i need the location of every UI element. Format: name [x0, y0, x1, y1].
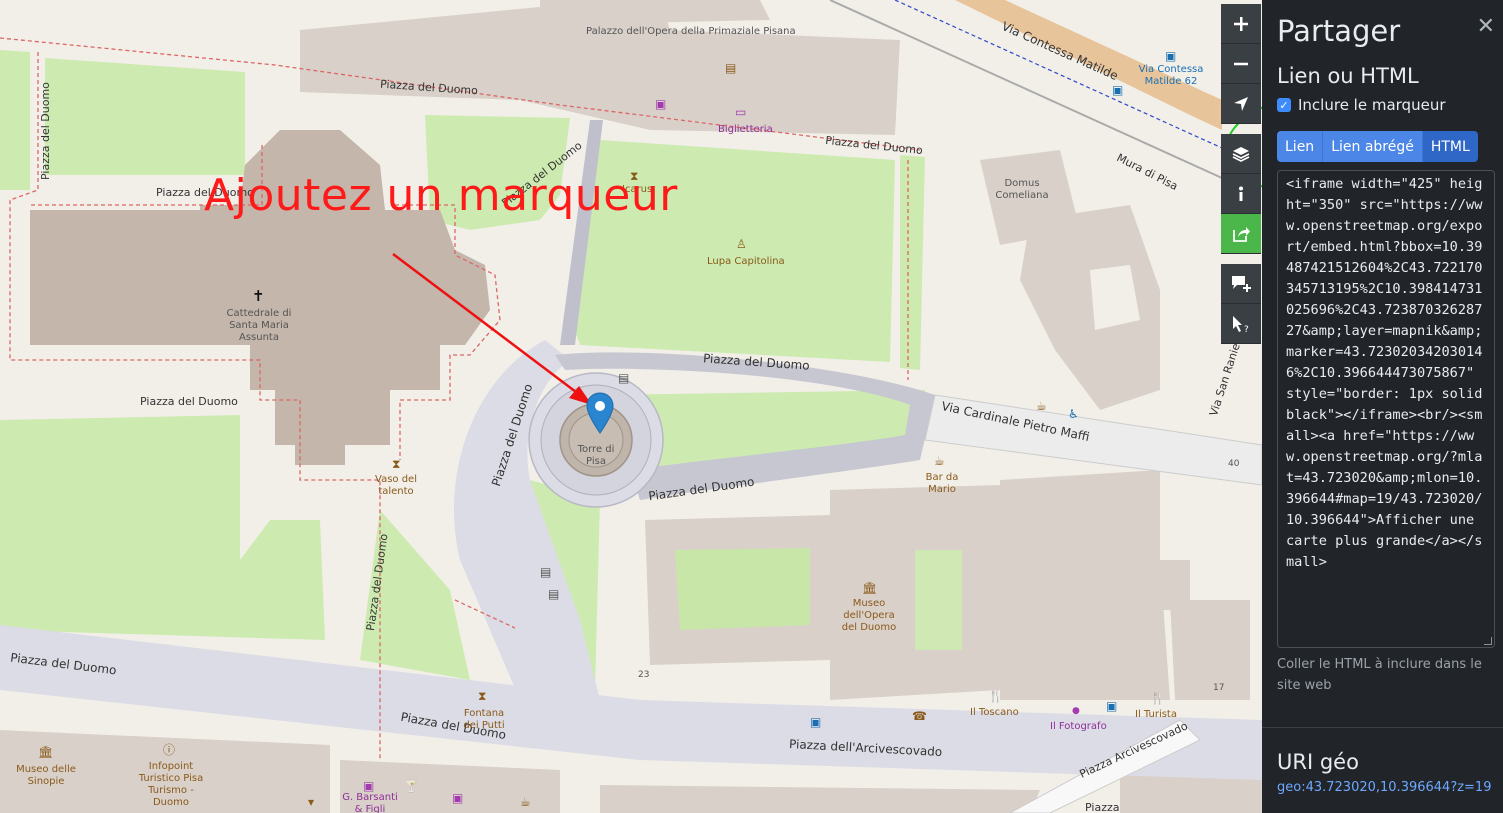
tab-html[interactable]: HTML — [1422, 131, 1478, 162]
domus-label: Domus Comeliana — [995, 178, 1049, 201]
tab-lien-abrege[interactable]: Lien abrégé — [1323, 131, 1423, 162]
bar-label: Bar da Mario — [925, 472, 959, 495]
car-icon: ▣ — [810, 715, 822, 729]
add-note-button[interactable] — [1221, 264, 1261, 304]
share-button[interactable] — [1221, 214, 1261, 254]
query-features-button[interactable]: ? — [1221, 304, 1261, 344]
share-sidebar: Partager ✕ Lien ou HTML ✓ Inclure le mar… — [1262, 0, 1503, 813]
cafe-icon-3: ☕ — [520, 795, 531, 809]
layers-button[interactable] — [1221, 134, 1261, 174]
barsanti-label: G. Barsanti & Figli — [342, 792, 398, 813]
section-divider — [1262, 727, 1503, 728]
phone-icon: ☎ — [912, 709, 927, 723]
zoom-in-button[interactable] — [1221, 4, 1261, 44]
statue-icon: ♙ — [736, 237, 747, 251]
gift-icon: ▣ — [655, 97, 667, 111]
restaurant-icon: 🍴 — [988, 689, 1003, 703]
bus-stop-label: Via Contessa Matilde 62 — [1138, 64, 1204, 87]
resize-handle-icon[interactable] — [1484, 637, 1492, 645]
location-marker-icon[interactable] — [586, 392, 614, 434]
gift-icon-3: ▣ — [452, 791, 464, 805]
map-canvas[interactable]: Palazzo dell'Opera della Primaziale Pisa… — [0, 0, 1262, 813]
fontana-label: Fontana dei Putti — [463, 708, 505, 731]
house-number-40: 40 — [1228, 459, 1240, 469]
tab-lien[interactable]: Lien — [1277, 131, 1324, 162]
restaurant-icon-2: 🍴 — [1150, 691, 1165, 705]
house-number-17: 17 — [1213, 683, 1225, 693]
html-code-textarea[interactable]: <iframe width="425" height="350" src="ht… — [1277, 170, 1495, 648]
museum-icon: 🏛 — [862, 581, 878, 595]
include-marker-label[interactable]: Inclure le marqueur — [1298, 96, 1446, 114]
bicycle-parking-icon: ♿ — [1068, 407, 1079, 421]
vaso-label: Vaso del talento — [375, 474, 417, 497]
close-icon[interactable]: ✕ — [1477, 16, 1495, 38]
layers-icon — [1232, 146, 1250, 162]
include-marker-checkbox-row[interactable]: ✓ Inclure le marqueur — [1277, 96, 1488, 114]
add-note-icon — [1232, 275, 1251, 292]
sidebar-title: Partager — [1277, 14, 1401, 48]
icecream-icon: ▾ — [308, 795, 315, 809]
info-button[interactable] — [1221, 174, 1261, 214]
cafe-icon-2: ☕ — [934, 454, 945, 468]
information-icon: ⓘ — [163, 743, 176, 757]
cattedrale-label: Cattedrale di Santa Maria Assunta — [226, 308, 292, 343]
gift-icon-2: ▣ — [363, 779, 375, 793]
geo-uri-link[interactable]: geo:43.723020,10.396644?z=19 — [1277, 780, 1491, 795]
query-cursor-icon: ? — [1233, 315, 1249, 333]
church-cross-icon: ✝ — [252, 287, 265, 305]
location-arrow-icon — [1234, 96, 1248, 111]
infopoint-label: Infopoint Turistico Pisa Turismo - Duomo — [138, 761, 204, 808]
shop-icon: ● — [1072, 706, 1080, 716]
bus-icon: ▣ — [1106, 699, 1118, 713]
share-format-tabs: Lien Lien abrégé HTML — [1277, 131, 1488, 162]
include-marker-checkbox[interactable]: ✓ — [1277, 98, 1291, 112]
minus-icon — [1234, 62, 1248, 65]
biglietteria-label: Biglietteria — [718, 124, 773, 135]
info-icon — [1239, 186, 1243, 201]
locate-button[interactable] — [1221, 84, 1261, 124]
plus-icon — [1234, 16, 1248, 31]
house-number-23: 23 — [638, 670, 650, 680]
palazzo-label: Palazzo dell'Opera della Primaziale Pisa… — [586, 26, 796, 37]
bus-stop-icon-2: ▣ — [1112, 83, 1124, 97]
bench-icon-2: ▤ — [540, 565, 552, 579]
street-label-piazza: Piazza — [1085, 801, 1120, 813]
museum-icon-2: 🏛 — [38, 745, 54, 759]
museo-opera-label: Museo dell'Opera del Duomo — [841, 598, 897, 633]
lupa-label: Lupa Capitolina — [707, 256, 785, 267]
share-icon — [1233, 226, 1250, 242]
turista-label: Il Turista — [1135, 709, 1177, 720]
artwork-icon-2: ⧗ — [392, 457, 401, 471]
map-controls: ? — [1221, 4, 1261, 344]
svg-text:?: ? — [1244, 325, 1249, 333]
toscano-label: Il Toscano — [970, 707, 1019, 718]
bench-icon-3: ▤ — [548, 587, 560, 601]
html-help-text: Coller le HTML à inclure dans le site we… — [1277, 657, 1482, 693]
geo-uri-heading: URI géo — [1277, 750, 1359, 774]
cafe-icon: ☕ — [1036, 399, 1047, 413]
zoom-out-button[interactable] — [1221, 44, 1261, 84]
annotation-add-marker-text: Ajoutez un marqueur — [204, 170, 678, 221]
fountain-icon: ⧗ — [478, 689, 487, 703]
bar-icon: 🍸 — [404, 779, 419, 793]
html-code-text: <iframe width="425" height="350" src="ht… — [1286, 176, 1491, 570]
bench-icon: ▤ — [618, 371, 630, 385]
street-label-piazza-duomo-4: Piazza del Duomo — [39, 82, 52, 180]
street-label-piazza-duomo-6: Piazza del Duomo — [140, 395, 238, 408]
torre-label: Torre di Pisa — [577, 444, 615, 467]
fotografo-label: Il Fotografo — [1050, 721, 1107, 732]
museo-sinopie-label: Museo delle Sinopie — [16, 764, 76, 787]
ticket-icon: ▭ — [735, 105, 747, 119]
link-html-heading: Lien ou HTML — [1277, 64, 1419, 88]
library-icon: ▤ — [725, 61, 737, 75]
bus-stop-icon: ▣ — [1165, 49, 1177, 63]
